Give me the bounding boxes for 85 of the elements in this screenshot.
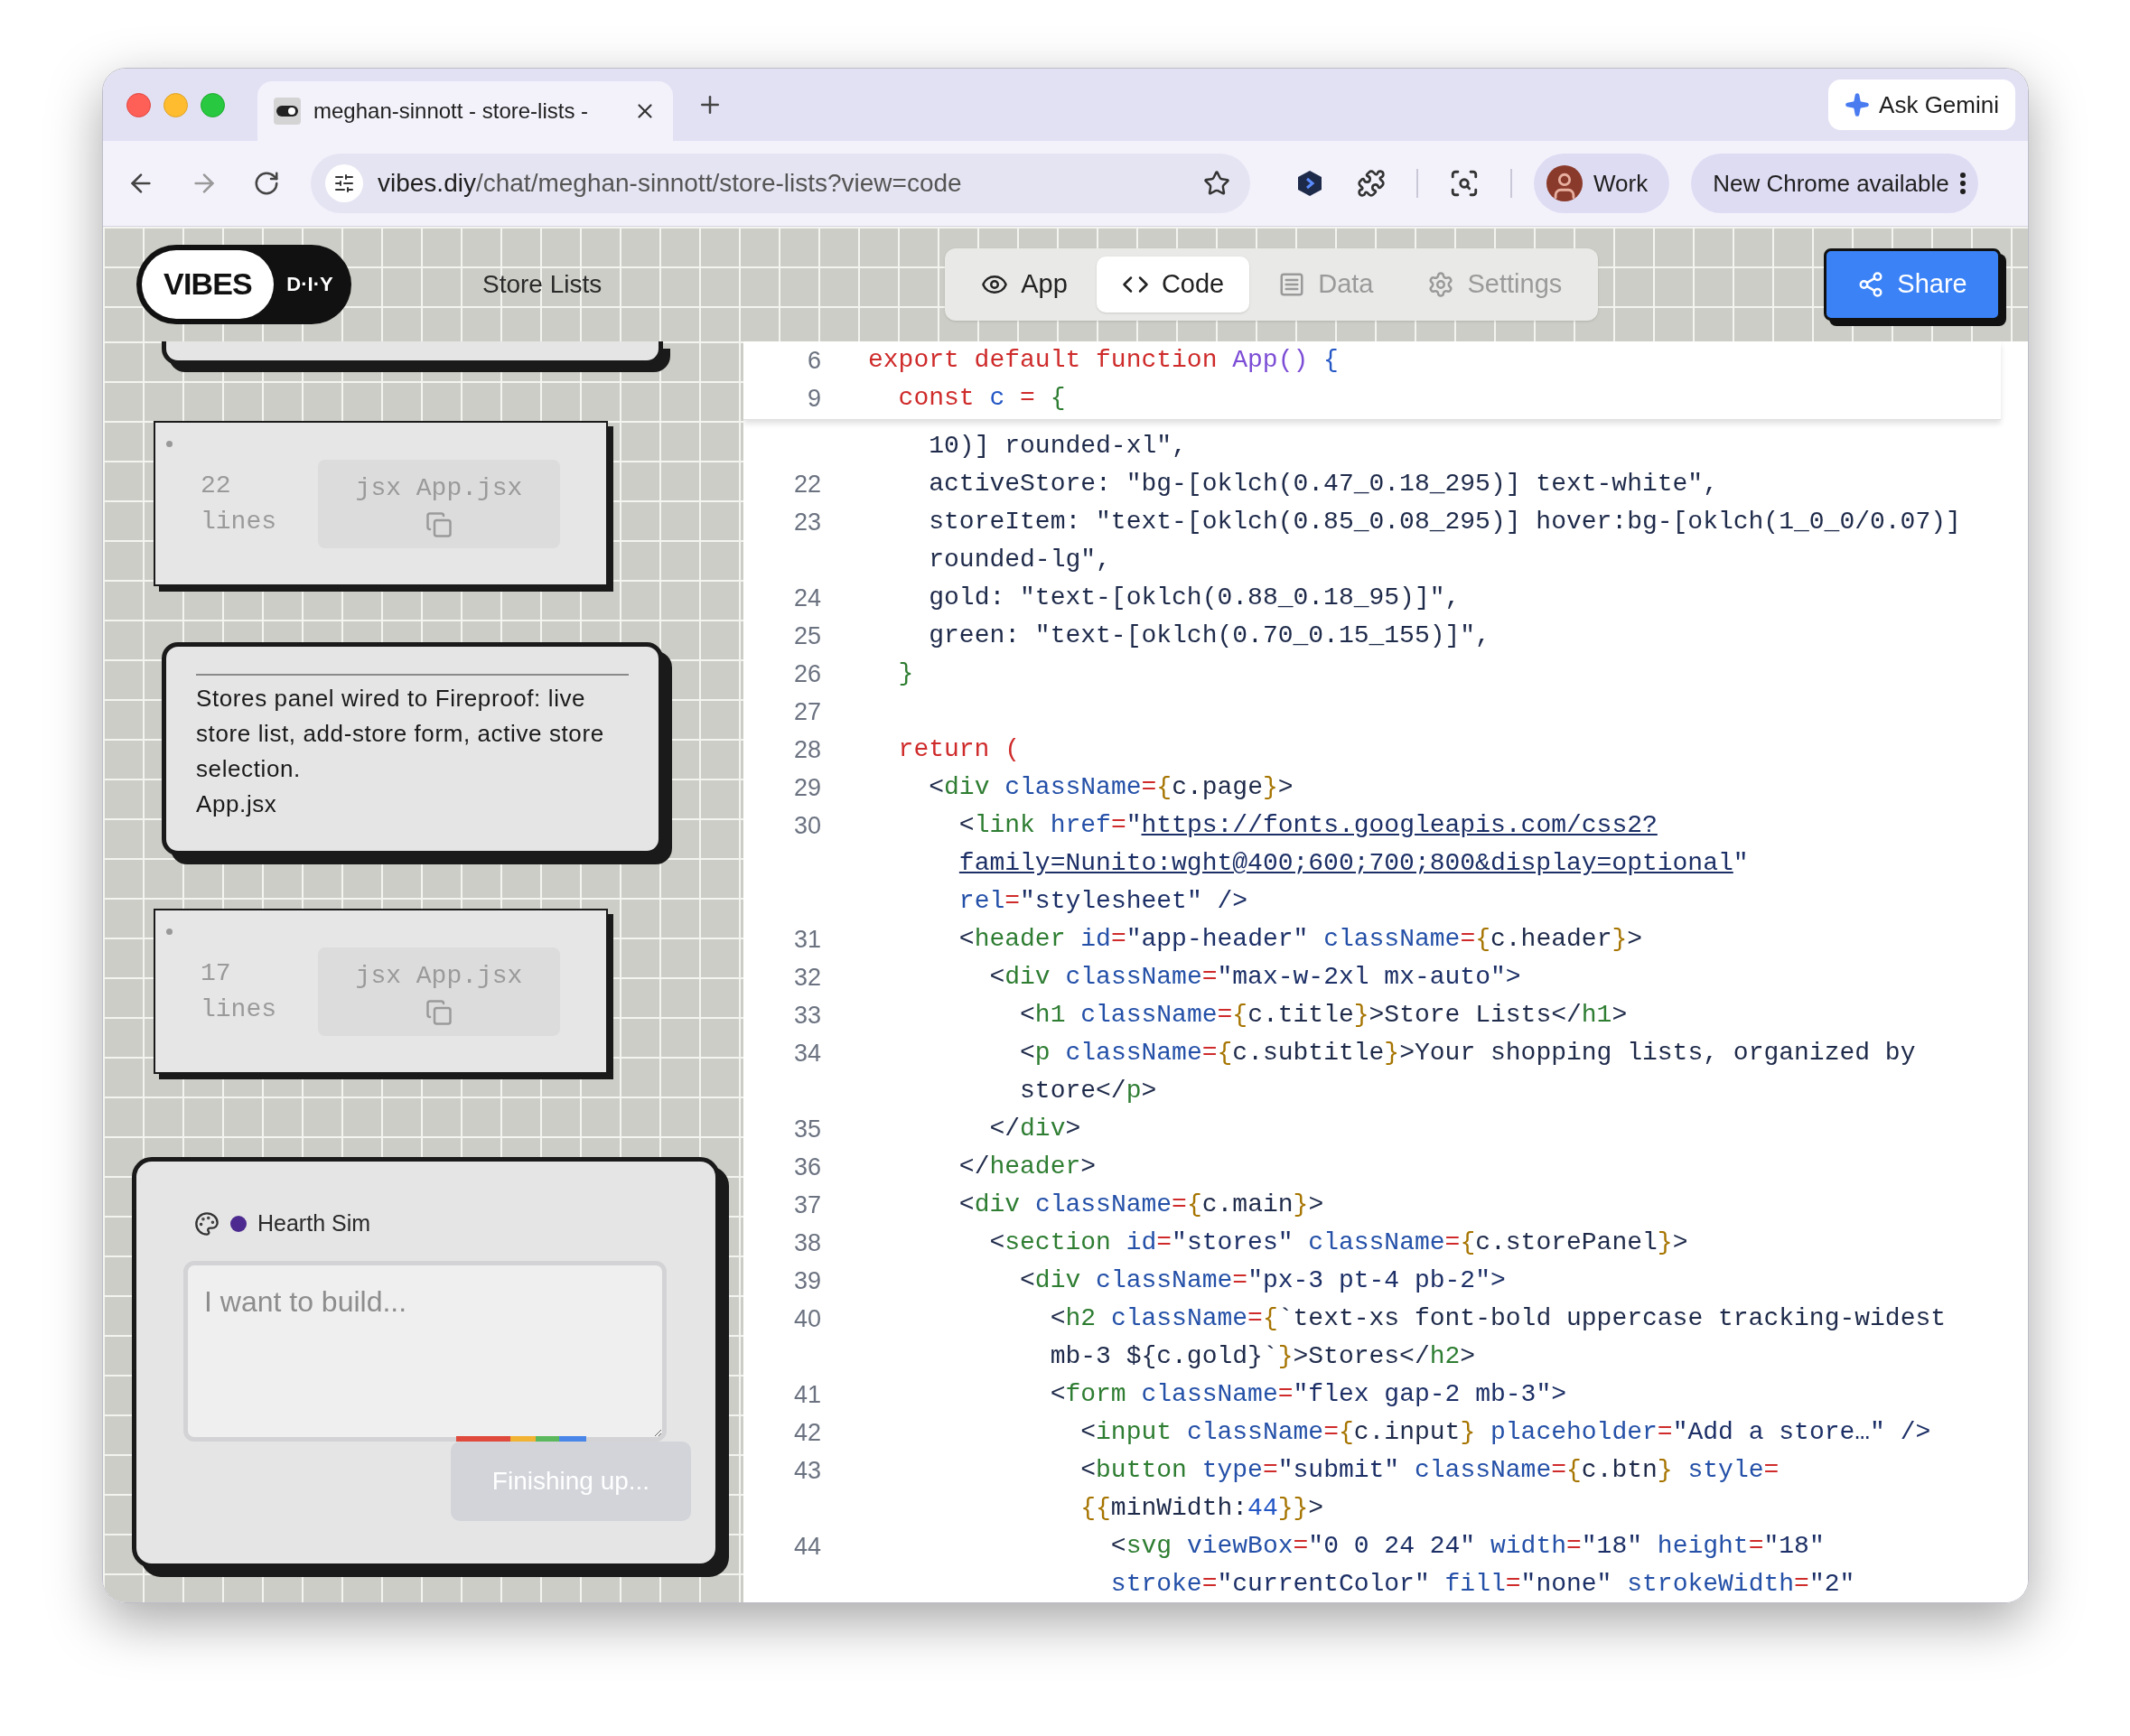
line-number: 38 (793, 1228, 821, 1256)
line-number: 26 (793, 659, 821, 687)
code-line: const c = { (897, 383, 1066, 414)
site-settings-icon[interactable] (333, 173, 355, 194)
line-number: 36 (793, 1153, 821, 1181)
code-line: <p className={c.subtitle}>Your shopping lists, organized by (1019, 1038, 1916, 1069)
browser-tab[interactable]: meghan-sinnott - store-lists - (257, 81, 673, 141)
code-line: </header> (958, 1152, 1097, 1182)
code-line: rounded-lg", (928, 545, 1111, 575)
extensions-icon[interactable] (1357, 169, 1386, 198)
chrome-update-button[interactable]: New Chrome available (1691, 154, 1978, 213)
line-number: 23 (793, 508, 821, 536)
hexagon-extension-icon[interactable] (1297, 170, 1322, 197)
line-number: 32 (793, 963, 821, 991)
palette-icon[interactable] (194, 1210, 220, 1237)
code-line: <div className={c.page}> (928, 772, 1294, 803)
code-line: <div className="max-w-2xl mx-auto"> (988, 962, 1521, 993)
code-line: return ( (897, 734, 1021, 765)
app-title: Store Lists (482, 268, 603, 300)
view-tab[interactable]: Code (1096, 256, 1250, 313)
ask-gemini-button[interactable]: Ask Gemini (1828, 79, 2015, 130)
code-line: rel="stylesheet" /> (958, 886, 1248, 917)
logo[interactable]: VIBES D·I·Y (136, 244, 351, 324)
line-count: 17 lines (201, 957, 277, 1025)
line-count: 22 lines (201, 470, 277, 537)
line-number: 24 (793, 583, 821, 611)
line-number: 9 (807, 384, 821, 412)
code-line: </div> (988, 1114, 1081, 1144)
menu-icon (1959, 173, 1966, 194)
view-tab[interactable]: App (956, 256, 1093, 313)
line-number: 29 (793, 773, 821, 801)
code-line: {{minWidth:44}}> (1079, 1493, 1324, 1524)
file-name: App.jsx (196, 789, 278, 819)
settings-icon (1427, 270, 1455, 298)
code-line: mb-3 ${c.gold}`}>Stores</h2> (1049, 1341, 1476, 1372)
code-line: } (897, 658, 914, 689)
code-line: <header id="app-header" className={c.header}> (958, 924, 1643, 955)
bookmark-star-icon[interactable] (1203, 170, 1230, 197)
line-number: 28 (793, 735, 821, 763)
line-number: 43 (793, 1456, 821, 1484)
code-line: 10)] rounded-xl", (928, 431, 1187, 462)
line-number: 42 (793, 1418, 821, 1446)
code-line: <h2 className={`text-xs font-bold uppercase tracking-widest (1049, 1303, 1947, 1334)
line-number: 30 (793, 811, 821, 839)
tab-title: meghan-sinnott - store-lists - (313, 98, 589, 125)
line-number: 22 (793, 470, 821, 498)
code-line: <button type="submit" className={c.btn} style= (1079, 1455, 1780, 1486)
code-line: <input className={c.input} placeholder="Add a store…" /> (1079, 1417, 1931, 1448)
code-line: <div className={c.main}> (958, 1190, 1324, 1220)
code-line: <link href="https://fonts.googleapis.com/css2? (958, 810, 1658, 841)
code-line: gold: "text-[oklch(0.88_0.18_95)]", (928, 583, 1461, 613)
code-line: export default function App() { (868, 345, 1339, 376)
line-number: 33 (793, 1001, 821, 1029)
line-number: 35 (793, 1115, 821, 1143)
code-line: <form className="flex gap-2 mb-3"> (1049, 1379, 1566, 1410)
code-line: <svg viewBox="0 0 24 24" width="18" height="18" (1109, 1531, 1825, 1562)
sparkle-icon (1845, 92, 1871, 117)
code-line: green: "text-[oklch(0.70_0.15_155)]", (928, 621, 1490, 651)
address-bar[interactable]: vibes.diy/chat/meghan-sinnott/store-lists?view=code (311, 154, 1250, 213)
code-line: <div className="px-3 pt-4 pb-2"> (1019, 1265, 1506, 1296)
code-line: <section id="stores" className={c.storePanel}> (988, 1227, 1688, 1258)
profile-button[interactable]: Work (1534, 154, 1670, 213)
code-line: family=Nunito:wght@400;600;700;800&display=optional" (958, 848, 1749, 879)
message-text: Stores panel wired to Fireproof: live store list, add-store form, active store selection. (196, 684, 605, 784)
code-line: storeItem: "text-[oklch(0.85_0.08_295)] hover:bg-[oklch(1_0_0/0.07)] (928, 507, 1961, 537)
toggle-favicon-icon (274, 98, 301, 125)
line-number: 31 (793, 925, 821, 953)
line-number: 39 (793, 1266, 821, 1294)
reload-icon[interactable] (253, 170, 280, 197)
line-number: 25 (793, 621, 821, 649)
line-number: 34 (793, 1039, 821, 1067)
close-window-button[interactable] (126, 92, 151, 117)
line-number: 40 (793, 1304, 821, 1332)
code-line: <h1 className={c.title}>Store Lists</h1> (1019, 1000, 1628, 1031)
code-line: store</p> (1019, 1076, 1157, 1106)
code-line: stroke="currentColor" fill="none" strokeWidth="2" (1109, 1569, 1855, 1600)
code-line: activeStore: "bg-[oklch(0.47_0.18_295)] text-white", (928, 469, 1718, 499)
model-name: Hearth Sim (257, 1209, 371, 1237)
line-number: 37 (793, 1190, 821, 1218)
line-number: 6 (807, 346, 821, 374)
line-number: 27 (793, 697, 821, 725)
tab-search-icon[interactable] (1449, 168, 1480, 199)
line-number: 44 (793, 1532, 821, 1560)
line-number: 41 (793, 1380, 821, 1408)
url-text: vibes.diy/chat/meghan-sinnott/store-lists?view=code (378, 168, 962, 199)
